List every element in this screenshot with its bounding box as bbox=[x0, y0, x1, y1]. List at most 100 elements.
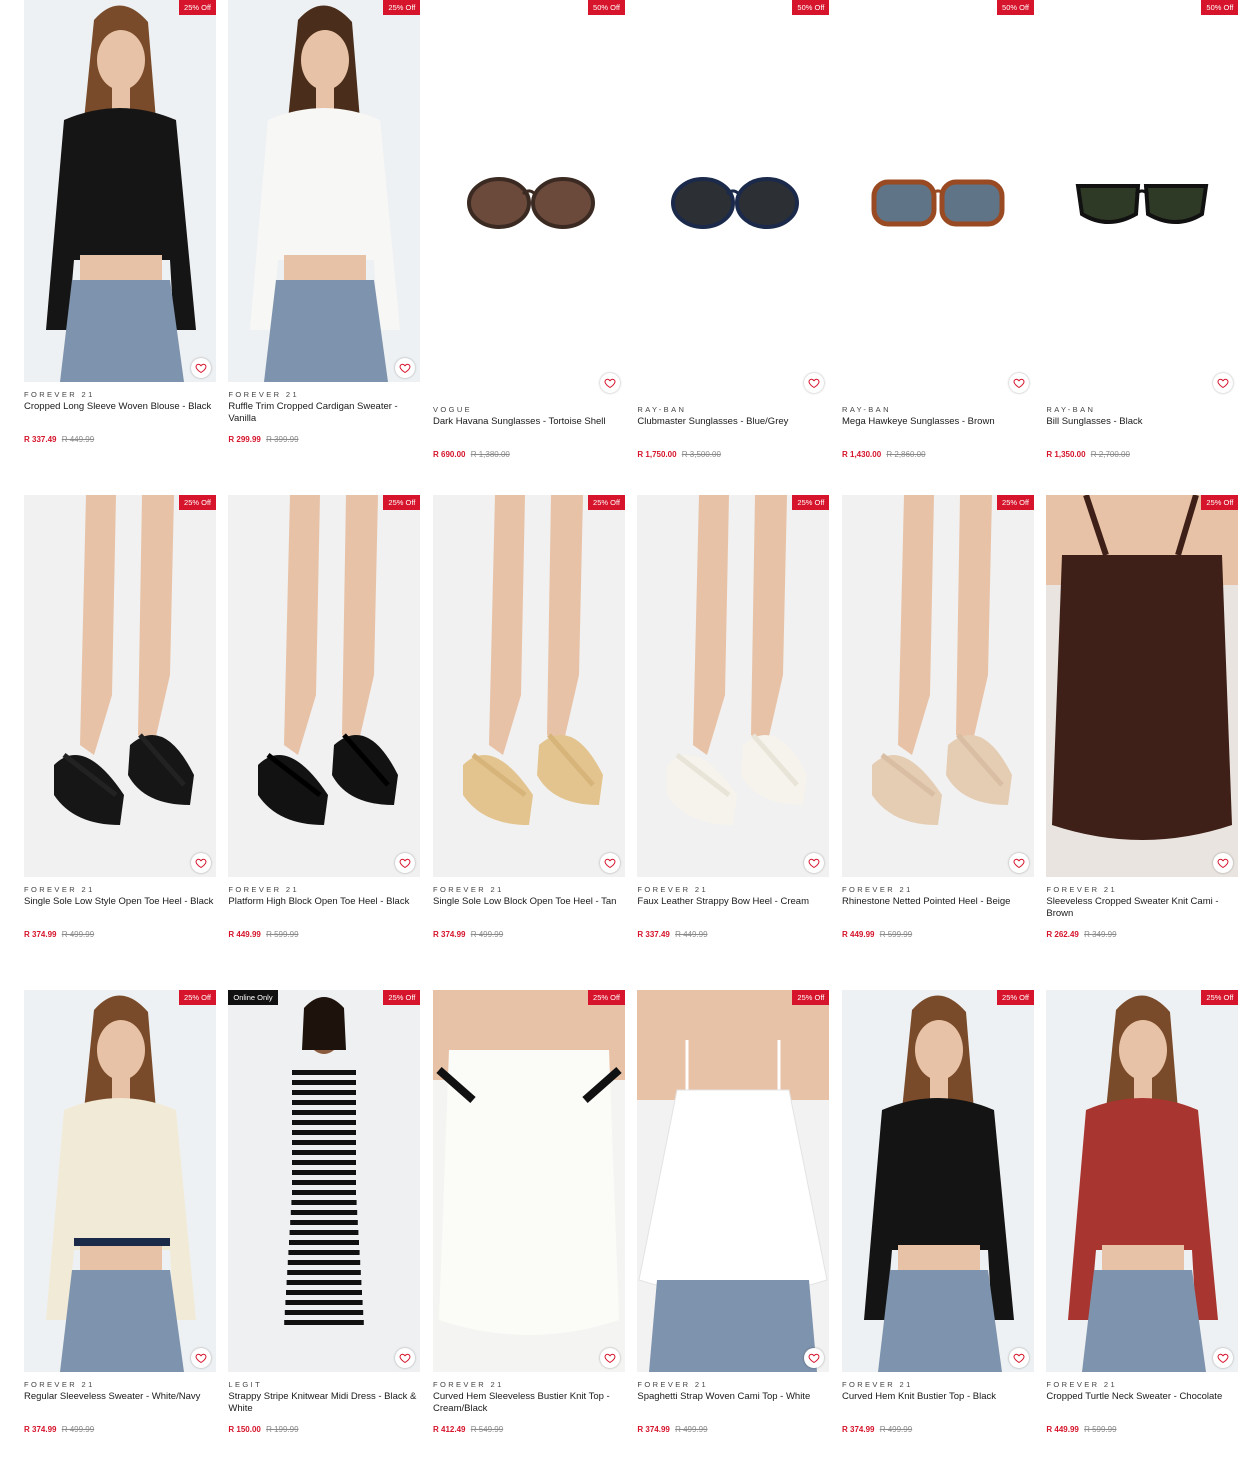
product-card[interactable]: 50% Off RAY-BAN Bill Sunglasses - Black … bbox=[1046, 0, 1239, 470]
product-row: 25% Off FOREVER 21 Single Sole Low Style… bbox=[24, 495, 1239, 965]
product-image[interactable] bbox=[228, 0, 421, 382]
product-image[interactable] bbox=[433, 0, 625, 382]
sale-price: R 337.49 bbox=[637, 930, 670, 939]
product-image[interactable] bbox=[433, 990, 625, 1372]
product-image[interactable] bbox=[1046, 0, 1239, 382]
product-image[interactable] bbox=[1046, 990, 1239, 1372]
sale-price: R 374.99 bbox=[637, 1425, 670, 1434]
original-price: R 599.99 bbox=[266, 930, 299, 939]
product-name[interactable]: Ruffle Trim Cropped Cardigan Sweater - V… bbox=[228, 401, 420, 427]
product-card[interactable]: 25% Off Online Only LEGIT Strappy Stripe… bbox=[228, 990, 421, 1460]
product-brand: FOREVER 21 bbox=[1046, 1380, 1118, 1389]
heart-icon[interactable] bbox=[804, 373, 825, 393]
product-info: RAY-BAN Bill Sunglasses - Black R 1,350.… bbox=[1046, 405, 1238, 460]
heart-icon[interactable] bbox=[600, 373, 620, 393]
product-card[interactable]: 50% Off VOGUE Dark Havana Sunglasses - T… bbox=[433, 0, 625, 470]
product-price: R 262.49 R 349.99 bbox=[1046, 930, 1238, 940]
discount-badge: 25% Off bbox=[179, 495, 216, 510]
product-brand: FOREVER 21 bbox=[24, 1380, 95, 1389]
sale-price: R 449.99 bbox=[228, 930, 261, 939]
product-image[interactable] bbox=[433, 495, 625, 877]
original-price: R 349.99 bbox=[1084, 930, 1117, 939]
sale-price: R 690.00 bbox=[433, 450, 466, 459]
product-brand: FOREVER 21 bbox=[1046, 885, 1118, 894]
heart-icon[interactable] bbox=[1009, 373, 1029, 393]
product-image[interactable] bbox=[842, 0, 1034, 382]
product-name[interactable]: Rhinestone Netted Pointed Heel - Beige bbox=[842, 896, 1034, 922]
product-name[interactable]: Bill Sunglasses - Black bbox=[1046, 416, 1238, 442]
heart-icon[interactable] bbox=[191, 853, 211, 873]
product-card[interactable]: 25% Off FOREVER 21 Curved Hem Sleeveless… bbox=[433, 990, 625, 1460]
product-image[interactable] bbox=[228, 495, 421, 877]
heart-icon[interactable] bbox=[1009, 1348, 1029, 1368]
product-price: R 449.99 R 599.99 bbox=[228, 930, 420, 940]
product-image[interactable] bbox=[842, 990, 1034, 1372]
heart-icon[interactable] bbox=[1009, 853, 1029, 873]
product-name[interactable]: Single Sole Low Block Open Toe Heel - Ta… bbox=[433, 896, 625, 922]
product-image[interactable] bbox=[24, 495, 216, 877]
heart-icon[interactable] bbox=[191, 358, 211, 378]
product-image[interactable] bbox=[24, 0, 216, 382]
product-price: R 150.00 R 199.99 bbox=[228, 1425, 420, 1435]
product-card[interactable]: 25% Off FOREVER 21 Platform High Block O… bbox=[228, 495, 421, 965]
product-image[interactable] bbox=[637, 990, 830, 1372]
product-name[interactable]: Faux Leather Strappy Bow Heel - Cream bbox=[637, 896, 829, 922]
product-price: R 412.49 R 549.99 bbox=[433, 1425, 625, 1435]
heart-icon[interactable] bbox=[191, 1348, 211, 1368]
sale-price: R 412.49 bbox=[433, 1425, 466, 1434]
product-name[interactable]: Dark Havana Sunglasses - Tortoise Shell bbox=[433, 416, 625, 442]
product-name[interactable]: Cropped Turtle Neck Sweater - Chocolate bbox=[1046, 1391, 1238, 1417]
product-card[interactable]: 25% Off FOREVER 21 Cropped Turtle Neck S… bbox=[1046, 990, 1239, 1460]
product-brand: FOREVER 21 bbox=[842, 885, 913, 894]
product-card[interactable]: 50% Off RAY-BAN Clubmaster Sunglasses - … bbox=[637, 0, 830, 470]
heart-icon[interactable] bbox=[600, 853, 620, 873]
product-card[interactable]: 25% Off FOREVER 21 Regular Sleeveless Sw… bbox=[24, 990, 216, 1460]
product-name[interactable]: Strappy Stripe Knitwear Midi Dress - Bla… bbox=[228, 1391, 420, 1417]
product-brand: FOREVER 21 bbox=[637, 885, 709, 894]
product-price: R 690.00 R 1,380.00 bbox=[433, 450, 625, 460]
product-image[interactable] bbox=[24, 990, 216, 1372]
product-name[interactable]: Mega Hawkeye Sunglasses - Brown bbox=[842, 416, 1034, 442]
product-price: R 1,430.00 R 2,860.00 bbox=[842, 450, 1034, 460]
product-name[interactable]: Platform High Block Open Toe Heel - Blac… bbox=[228, 896, 420, 922]
product-brand: RAY-BAN bbox=[842, 405, 891, 414]
product-name[interactable]: Curved Hem Knit Bustier Top - Black bbox=[842, 1391, 1034, 1417]
product-card[interactable]: 25% Off FOREVER 21 Single Sole Low Block… bbox=[433, 495, 625, 965]
product-image[interactable] bbox=[637, 0, 830, 382]
product-card[interactable]: 25% Off FOREVER 21 Cropped Long Sleeve W… bbox=[24, 0, 216, 470]
product-brand: VOGUE bbox=[433, 405, 473, 414]
discount-badge: 25% Off bbox=[383, 0, 421, 15]
product-card[interactable]: 25% Off FOREVER 21 Curved Hem Knit Busti… bbox=[842, 990, 1034, 1460]
discount-badge: 25% Off bbox=[179, 990, 216, 1005]
product-image[interactable] bbox=[1046, 495, 1239, 877]
product-card[interactable]: 25% Off FOREVER 21 Single Sole Low Style… bbox=[24, 495, 216, 965]
product-info: FOREVER 21 Faux Leather Strappy Bow Heel… bbox=[637, 885, 829, 940]
heart-icon[interactable] bbox=[600, 1348, 620, 1368]
product-image[interactable] bbox=[842, 495, 1034, 877]
product-image[interactable] bbox=[637, 495, 830, 877]
heart-icon[interactable] bbox=[1213, 373, 1234, 393]
product-name[interactable]: Clubmaster Sunglasses - Blue/Grey bbox=[637, 416, 829, 442]
product-card[interactable]: 25% Off FOREVER 21 Spaghetti Strap Woven… bbox=[637, 990, 830, 1460]
product-name[interactable]: Cropped Long Sleeve Woven Blouse - Black bbox=[24, 401, 216, 427]
product-name[interactable]: Single Sole Low Style Open Toe Heel - Bl… bbox=[24, 896, 216, 922]
product-name[interactable]: Curved Hem Sleeveless Bustier Knit Top -… bbox=[433, 1391, 625, 1417]
product-card[interactable]: 25% Off FOREVER 21 Sleeveless Cropped Sw… bbox=[1046, 495, 1239, 965]
product-card[interactable]: 25% Off FOREVER 21 Ruffle Trim Cropped C… bbox=[228, 0, 421, 470]
product-name[interactable]: Spaghetti Strap Woven Cami Top - White bbox=[637, 1391, 829, 1417]
product-brand: FOREVER 21 bbox=[228, 885, 300, 894]
product-name[interactable]: Regular Sleeveless Sweater - White/Navy bbox=[24, 1391, 216, 1417]
sale-price: R 374.99 bbox=[842, 1425, 875, 1434]
product-card[interactable]: 50% Off RAY-BAN Mega Hawkeye Sunglasses … bbox=[842, 0, 1034, 470]
product-info: RAY-BAN Clubmaster Sunglasses - Blue/Gre… bbox=[637, 405, 829, 460]
sale-price: R 1,350.00 bbox=[1046, 450, 1086, 459]
product-card[interactable]: 25% Off FOREVER 21 Faux Leather Strappy … bbox=[637, 495, 830, 965]
product-name[interactable]: Sleeveless Cropped Sweater Knit Cami - B… bbox=[1046, 896, 1238, 922]
product-info: FOREVER 21 Platform High Block Open Toe … bbox=[228, 885, 420, 940]
original-price: R 3,500.00 bbox=[681, 450, 721, 459]
product-price: R 374.99 R 499.99 bbox=[433, 930, 625, 940]
product-info: FOREVER 21 Cropped Long Sleeve Woven Blo… bbox=[24, 390, 216, 445]
product-image[interactable] bbox=[228, 990, 421, 1372]
product-card[interactable]: 25% Off FOREVER 21 Rhinestone Netted Poi… bbox=[842, 495, 1034, 965]
product-price: R 449.99 R 599.99 bbox=[1046, 1425, 1238, 1435]
